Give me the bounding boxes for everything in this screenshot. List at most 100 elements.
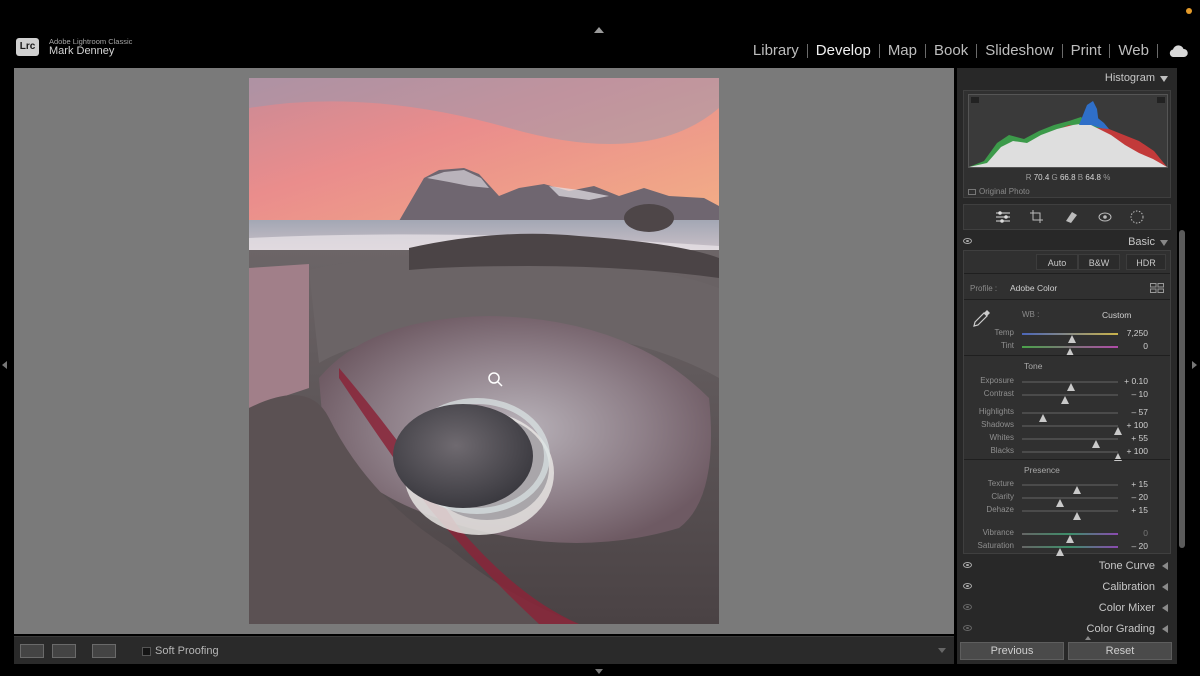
red-eye-icon[interactable] [1096,209,1114,225]
before-after-swap-button[interactable] [92,644,116,658]
profile-value[interactable]: Adobe Color [1010,283,1057,293]
auto-button[interactable]: Auto [1036,254,1078,270]
right-panel-scrollbar[interactable] [1179,230,1185,548]
saturation-label: Saturation [977,541,1014,550]
clarity-value[interactable]: – 20 [1131,492,1148,502]
cloud-icon[interactable] [1168,44,1188,58]
module-develop[interactable]: Develop [816,42,871,59]
shadows-value[interactable]: + 100 [1126,420,1148,430]
texture-track[interactable] [1022,484,1118,494]
hdr-button[interactable]: HDR [1126,254,1166,270]
crop-icon[interactable] [1028,209,1046,225]
exposure-track[interactable] [1022,381,1118,391]
exposure-slider[interactable]: Exposure + 0.10 [964,375,1170,391]
shadows-slider[interactable]: Shadows + 100 [964,419,1170,435]
highlights-value[interactable]: – 57 [1131,407,1148,417]
saturation-slider[interactable]: Saturation – 20 [964,540,1170,556]
texture-value[interactable]: + 15 [1131,479,1148,489]
wb-value[interactable]: Custom [1102,310,1131,320]
reset-button[interactable]: Reset [1068,642,1172,660]
contrast-slider[interactable]: Contrast – 10 [964,388,1170,404]
color-grading-eye-icon[interactable] [963,625,972,631]
filmstrip-toggle-icon[interactable] [595,669,603,674]
edit-sliders-icon[interactable] [994,209,1012,225]
tint-slider[interactable]: Tint 0 [964,340,1170,356]
tint-track[interactable] [1022,346,1118,356]
temp-slider[interactable]: Temp 7,250 [964,327,1170,343]
collapse-triangle-icon[interactable] [1160,240,1168,246]
photo-preview[interactable] [249,78,719,624]
tone-curve-header[interactable]: Tone Curve [957,556,1177,576]
module-book[interactable]: Book [934,42,968,59]
module-print[interactable]: Print [1071,42,1102,59]
module-separator [925,43,926,58]
highlights-slider[interactable]: Highlights – 57 [964,406,1170,422]
expand-triangle-icon[interactable] [1162,562,1168,570]
dehaze-thumb[interactable] [1072,512,1081,520]
color-grading-header[interactable]: Color Grading [957,619,1177,639]
module-library[interactable]: Library [753,42,799,59]
notification-dot-icon[interactable] [1186,8,1192,14]
vibrance-slider[interactable]: Vibrance 0 [964,527,1170,543]
white-balance-eyedropper-icon[interactable] [971,307,993,329]
shadows-track[interactable] [1022,425,1122,435]
basic-header[interactable]: Basic [957,232,1177,252]
tint-value[interactable]: 0 [1143,341,1148,351]
expand-triangle-icon[interactable] [1162,583,1168,591]
loupe-view-button[interactable] [20,644,44,658]
panel-scroll-up-icon[interactable] [1085,636,1091,640]
collapse-triangle-icon[interactable] [1160,76,1168,82]
highlights-track[interactable] [1022,412,1118,422]
module-web[interactable]: Web [1118,42,1149,59]
bw-button[interactable]: B&W [1078,254,1120,270]
blacks-track[interactable] [1022,451,1122,461]
whites-track[interactable] [1022,438,1118,448]
temp-value[interactable]: 7,250 [1127,328,1148,338]
contrast-value[interactable]: – 10 [1131,389,1148,399]
highlights-label: Highlights [978,407,1014,416]
dehaze-slider[interactable]: Dehaze + 15 [964,504,1170,520]
blacks-value[interactable]: + 100 [1126,446,1148,456]
whites-slider[interactable]: Whites + 55 [964,432,1170,448]
image-canvas[interactable] [14,68,954,634]
top-panel-toggle-icon[interactable] [594,27,604,33]
saturation-track[interactable] [1022,546,1118,556]
temp-track[interactable] [1022,333,1118,343]
basic-visibility-eye-icon[interactable] [963,238,972,244]
calibration-header[interactable]: Calibration [957,577,1177,597]
clarity-slider[interactable]: Clarity – 20 [964,491,1170,507]
before-after-button[interactable] [52,644,76,658]
right-panel-toggle-icon[interactable] [1192,361,1197,369]
expand-triangle-icon[interactable] [1162,625,1168,633]
vibrance-value[interactable]: 0 [1143,528,1148,538]
toolbar-menu-chevron-icon[interactable] [938,648,946,653]
calibration-eye-icon[interactable] [963,583,972,589]
clarity-track[interactable] [1022,497,1118,507]
previous-button[interactable]: Previous [960,642,1064,660]
saturation-thumb[interactable] [1056,548,1065,556]
vibrance-track[interactable] [1022,533,1118,543]
exposure-value[interactable]: + 0.10 [1124,376,1148,386]
healing-eraser-icon[interactable] [1062,209,1080,225]
dehaze-track[interactable] [1022,510,1118,520]
profile-browser-grid-icon[interactable] [1150,283,1164,293]
dehaze-value[interactable]: + 15 [1131,505,1148,515]
whites-value[interactable]: + 55 [1131,433,1148,443]
texture-slider[interactable]: Texture + 15 [964,478,1170,494]
left-panel-toggle-icon[interactable] [2,361,7,369]
blacks-slider[interactable]: Blacks + 100 [964,445,1170,461]
saturation-value[interactable]: – 20 [1131,541,1148,551]
masking-icon[interactable] [1128,209,1146,225]
soft-proofing-checkbox[interactable] [142,647,151,656]
color-mixer-eye-icon[interactable] [963,604,972,610]
expand-triangle-icon[interactable] [1162,604,1168,612]
module-slideshow[interactable]: Slideshow [985,42,1053,59]
original-photo-toggle[interactable]: Original Photo [968,187,1030,196]
contrast-track[interactable] [1022,394,1118,404]
module-map[interactable]: Map [888,42,917,59]
tone-curve-eye-icon[interactable] [963,562,972,568]
histogram-header[interactable]: Histogram [957,68,1177,88]
contrast-thumb[interactable] [1061,396,1070,404]
color-mixer-header[interactable]: Color Mixer [957,598,1177,618]
g-value: 66.8 [1059,173,1076,182]
